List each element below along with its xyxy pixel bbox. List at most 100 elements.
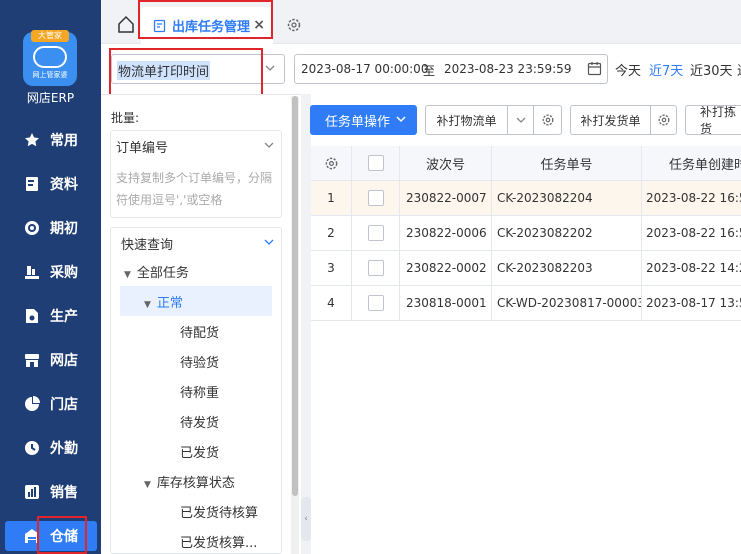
chevron-down-icon[interactable]: [263, 139, 275, 155]
gear-icon[interactable]: [286, 17, 302, 37]
sidebar-item-data[interactable]: 资料: [0, 169, 101, 199]
sidebar: 大管家 网上管家婆 网店ERP 常用 资料 期初 采购 生产 网店 门店 外勤 …: [0, 0, 101, 554]
tree-node-pending-pick[interactable]: 待配货: [180, 322, 219, 341]
row-task-no: CK-2023082203: [497, 261, 593, 275]
reprint-logistics-group: 补打物流单: [425, 105, 562, 135]
row-index: 4: [327, 296, 335, 310]
task-operations-button[interactable]: 任务单操作: [310, 105, 417, 135]
row-checkbox[interactable]: [352, 251, 399, 285]
date-range-picker[interactable]: 2023-08-17 00:00:00 至 2023-08-23 23:59:5…: [294, 54, 608, 84]
chevron-down-icon[interactable]: [263, 236, 275, 252]
quick-more[interactable]: 近: [737, 60, 741, 79]
sidebar-item-purchase[interactable]: 采购: [0, 257, 101, 287]
purchase-icon: [24, 264, 40, 280]
quick-today[interactable]: 今天: [615, 60, 641, 79]
pie-icon: [24, 396, 40, 412]
reprint-pick-group: 补打拣货: [685, 105, 741, 135]
logo-badge: 大管家: [31, 30, 69, 42]
quick-last-30-days[interactable]: 近30天: [690, 60, 733, 79]
sidebar-item-label: 常用: [50, 133, 78, 149]
table-row[interactable]: 1 230822-0007 CK-2023082204 2023-08-22 1…: [311, 181, 741, 216]
row-checkbox[interactable]: [352, 181, 399, 215]
tree-node-pending-weigh[interactable]: 待称重: [180, 382, 219, 401]
row-checkbox[interactable]: [352, 286, 399, 320]
select-all-checkbox[interactable]: [352, 146, 399, 180]
caret-down-icon: ▼: [124, 270, 131, 280]
table-row[interactable]: 4 230818-0001 CK-WD-20230817-00003 2023-…: [311, 286, 741, 321]
bar-chart-icon: [24, 484, 40, 500]
star-icon: [24, 132, 40, 148]
quick-last-7-days[interactable]: 近7天: [649, 60, 683, 79]
fieldwork-icon: [24, 440, 40, 456]
sidebar-item-retail-store[interactable]: 门店: [0, 389, 101, 419]
sidebar-item-sales[interactable]: 销售: [0, 477, 101, 507]
sidebar-item-opening[interactable]: 期初: [0, 213, 101, 243]
table-row[interactable]: 2 230822-0006 CK-2023082202 2023-08-22 1…: [311, 216, 741, 251]
gear-icon[interactable]: [311, 146, 351, 180]
chevron-down-icon: [395, 113, 407, 129]
reprint-invoice-group: 补打发货单: [570, 105, 677, 135]
reprint-logistics-button[interactable]: 补打物流单: [426, 106, 508, 134]
table-header: 波次号 任务单号 任务单创建时: [311, 146, 741, 181]
row-task-no: CK-2023082204: [497, 191, 593, 205]
row-wave-no: 230822-0002: [406, 261, 487, 275]
tree-node-pending-inspect[interactable]: 待验货: [180, 352, 219, 371]
sidebar-item-label: 生产: [50, 309, 78, 325]
sidebar-item-fieldwork[interactable]: 外勤: [0, 433, 101, 463]
row-checkbox[interactable]: [352, 216, 399, 250]
scrollbar-thumb[interactable]: [292, 96, 298, 496]
header-created-time[interactable]: 任务单创建时: [642, 146, 741, 180]
calendar-icon: [587, 61, 602, 79]
tree-node-shipped[interactable]: 已发货: [180, 442, 219, 461]
tree-node-inventory-status[interactable]: ▼ 库存核算状态: [144, 472, 235, 491]
sidebar-item-label: 门店: [50, 397, 78, 413]
app-logo: 大管家 网上管家婆: [23, 30, 77, 86]
tree-node-label: 全部任务: [136, 266, 189, 281]
collapse-panel-handle[interactable]: ‹: [301, 497, 311, 541]
sidebar-item-online-store[interactable]: 网店: [0, 345, 101, 375]
reprint-pick-button[interactable]: 补打拣货: [686, 106, 741, 134]
batch-label: 批量:: [111, 111, 140, 125]
gear-icon[interactable]: [534, 106, 561, 134]
tree-node-label: 正常: [156, 296, 183, 311]
tree-node-shipped-pending-accounting[interactable]: 已发货待核算: [180, 502, 258, 521]
header-task-no[interactable]: 任务单号: [492, 146, 641, 180]
cloud-icon: [33, 46, 67, 68]
row-wave-no: 230818-0001: [406, 296, 487, 310]
app-name: 网店ERP: [26, 91, 75, 105]
gear-icon[interactable]: [651, 106, 676, 134]
left-panel-scrollbar[interactable]: [291, 96, 299, 554]
row-task-no: CK-2023082202: [497, 226, 593, 240]
sidebar-item-favorites[interactable]: 常用: [0, 125, 101, 155]
row-created-time: 2023-08-22 16:54: [646, 191, 741, 205]
order-number-hint[interactable]: 支持复制多个订单编号，分隔符使用逗号','或空格: [116, 167, 278, 211]
home-icon[interactable]: [116, 14, 136, 34]
tree-node-normal[interactable]: ▼ 正常: [120, 286, 272, 316]
tree-node-pending-ship[interactable]: 待发货: [180, 412, 219, 431]
row-index: 3: [327, 261, 335, 275]
target-icon: [24, 220, 40, 236]
sidebar-item-label: 期初: [50, 221, 78, 237]
row-created-time: 2023-08-22 14:29: [646, 261, 741, 275]
highlight-box: [138, 0, 273, 39]
chevron-down-icon: [264, 62, 276, 78]
row-created-time: 2023-08-17 13:51: [646, 296, 741, 310]
header-wave-no[interactable]: 波次号: [400, 146, 491, 180]
tree-node-label: 库存核算状态: [156, 476, 235, 491]
sidebar-item-production[interactable]: 生产: [0, 301, 101, 331]
order-number-filter[interactable]: 订单编号 支持复制多个订单编号，分隔符使用逗号','或空格: [110, 130, 282, 218]
highlight-box: [37, 516, 87, 554]
sidebar-item-label: 销售: [50, 485, 78, 501]
reprint-invoice-button[interactable]: 补打发货单: [571, 106, 651, 134]
tree-node-all-tasks[interactable]: ▼ 全部任务: [124, 262, 189, 281]
chevron-down-icon[interactable]: [508, 106, 534, 134]
task-operations-label: 任务单操作: [325, 114, 391, 130]
logo-subtitle: 网上管家婆: [32, 71, 68, 79]
row-index: 1: [327, 191, 335, 205]
table-row[interactable]: 3 230822-0002 CK-2023082203 2023-08-22 1…: [311, 251, 741, 286]
caret-down-icon: ▼: [144, 300, 151, 310]
store-icon: [24, 352, 40, 368]
order-number-title: 订单编号: [116, 141, 169, 156]
tree-node-shipped-accounted[interactable]: 已发货核算...: [180, 532, 257, 551]
sidebar-item-label: 网店: [50, 353, 78, 369]
